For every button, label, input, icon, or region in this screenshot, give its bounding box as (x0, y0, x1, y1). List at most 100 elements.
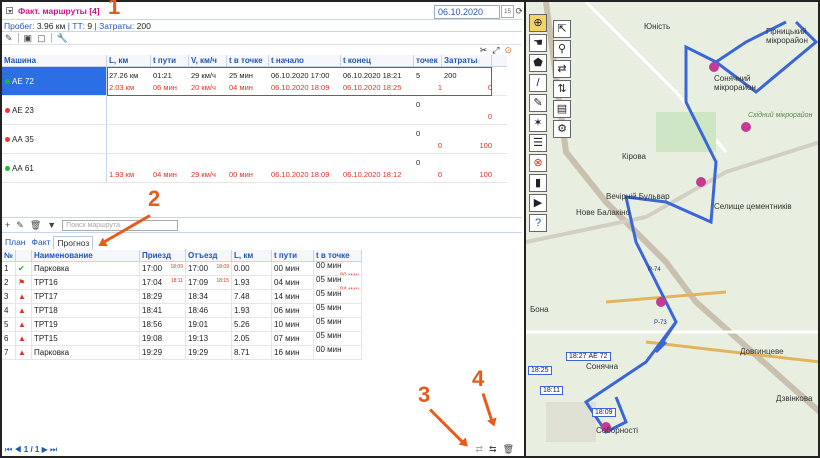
sort-icon[interactable]: ⇅ (553, 80, 571, 98)
cell: 1.93 (232, 276, 272, 289)
cell-value: 05 мин (316, 318, 342, 326)
col-costs[interactable]: Затраты (442, 55, 492, 66)
map-point-icon (709, 62, 719, 72)
pencil-icon[interactable]: ✎ (529, 94, 547, 112)
cell (107, 111, 151, 123)
tab-plan[interactable]: План (2, 236, 29, 249)
magic-icon[interactable]: ✶ (529, 114, 547, 132)
tab-fact[interactable]: Факт (29, 236, 54, 249)
table-row[interactable]: АЕ 23 0 0 (2, 96, 507, 125)
time-marker[interactable]: 18:09 (592, 408, 616, 417)
machine-cell[interactable]: АЕ 23 (2, 96, 107, 124)
layers-icon[interactable]: ☰ (529, 134, 547, 152)
date-input[interactable]: 06.10.2020 (434, 5, 500, 19)
col-t-path[interactable]: t пути (272, 250, 314, 261)
col-departure[interactable]: Отъезд (186, 250, 232, 261)
col-length[interactable]: L, км (107, 55, 151, 66)
settings-icon[interactable]: ⚙ (553, 120, 571, 138)
report-icon[interactable]: ▤ (553, 100, 571, 118)
reverse-icon[interactable]: ⇆ (489, 444, 497, 455)
filter-icon[interactable]: ▼ (47, 220, 56, 230)
col-machine[interactable]: Машина (2, 55, 107, 66)
calendar-icon[interactable]: 15 (501, 5, 514, 18)
divider (17, 33, 19, 43)
col-name[interactable]: Наименование (32, 250, 140, 261)
col-t-point[interactable]: t в точке (314, 250, 362, 261)
list-item[interactable]: 4 ▲ ТРТ18 18:41 18:46 1.93 06 мин 05 мин (2, 304, 362, 318)
cell: 7 (2, 346, 16, 359)
wrench-icon[interactable]: 🔧 (57, 33, 68, 44)
map-label: Східний мікрорайон (748, 112, 813, 119)
status-dot (5, 108, 10, 113)
cell: 0.00 (232, 262, 272, 275)
search-input[interactable]: Поиск маршрута (62, 219, 179, 231)
cell: 7.48 (232, 290, 272, 303)
cell (269, 111, 341, 123)
target-icon[interactable]: ⊕ (529, 14, 547, 32)
traffic-icon[interactable]: ▮ (529, 174, 547, 192)
cell: 18:56 (140, 318, 186, 331)
cell: 0 (437, 141, 442, 150)
cell-value: 05 мин (316, 276, 342, 284)
list-item[interactable]: 1 ✔ Парковка 17:00 18:09 17:00 18:09 0.00 00 мин… (2, 262, 362, 276)
add-icon[interactable]: + (5, 220, 10, 230)
cell: 0 (437, 170, 442, 179)
cell-value: 00 мин (316, 262, 342, 270)
trash-icon[interactable]: 🗑 (30, 220, 41, 231)
machine-cell[interactable]: АА 61 (2, 154, 107, 182)
machine-cell[interactable]: АА 35 (2, 125, 107, 153)
export-icon[interactable]: ⇱ (553, 20, 571, 38)
col-number[interactable]: № (2, 250, 16, 261)
map-point-icon (741, 122, 751, 132)
col-speed[interactable]: V, км/ч (189, 55, 227, 66)
edit-icon[interactable]: ✎ (5, 33, 13, 44)
hand-icon[interactable]: ☚ (529, 34, 547, 52)
table-row[interactable]: АА 61 0 1.93 км 04 мин 29 км/ч 00 мин 06.10.20… (2, 154, 507, 183)
cell-value: ТРТ18 (34, 306, 58, 315)
list-item[interactable]: 2 ⚑ ТРТ16 17:04 18:11 17:09 18:15 1.93 04 мин 05 … (2, 276, 362, 290)
cell: 05 мин (314, 332, 362, 345)
vehicle-marker[interactable]: 18:27 АЕ 72 (566, 352, 611, 361)
col-point-time[interactable]: t в точке (227, 55, 269, 66)
time-marker[interactable]: 18:11 (540, 386, 563, 395)
cell-value: 3 (4, 292, 9, 301)
refresh-icon[interactable]: ⟳ (515, 6, 522, 17)
col-travel-time[interactable]: t пути (151, 55, 189, 66)
cell: ТРТ17 (32, 290, 140, 303)
arrows-icon[interactable]: ⇄ (553, 60, 571, 78)
polygon-icon[interactable]: ⬟ (529, 54, 547, 72)
pencil-icon[interactable]: ✎ (16, 220, 24, 231)
document-icon[interactable]: ▢ (37, 33, 46, 44)
print-icon[interactable]: ▣ (24, 33, 33, 44)
ruler-icon[interactable]: / (529, 74, 547, 92)
table-row[interactable]: АЕ 72 27.26 км 01:21 29 км/ч 25 мин 06.10.202… (2, 67, 507, 96)
list-item[interactable]: 3 ▲ ТРТ17 18:29 18:34 7.48 14 мин 05 мин (2, 290, 362, 304)
table-row[interactable]: АА 35 0 0 100 (2, 125, 507, 154)
col-end[interactable]: t конец (341, 55, 414, 66)
cell: 06.10.2020 18:09 (271, 170, 330, 179)
machine-cell[interactable]: АЕ 72 (2, 67, 107, 95)
time-marker[interactable]: 18:25 (528, 366, 552, 375)
list-item[interactable]: 7 ▲ Парковка 19:29 19:29 8.71 16 мин 00 мин (2, 346, 362, 360)
list-item[interactable]: 5 ▲ ТРТ19 18:56 19:01 5.26 10 мин 05 мин (2, 318, 362, 332)
machine-name: АЕ 23 (12, 106, 34, 115)
help-icon[interactable]: ? (529, 214, 547, 232)
map-label: Сонячний мікрорайон (714, 74, 756, 92)
cell: 05 мин04 мин (314, 276, 362, 289)
collapse-icon[interactable] (6, 7, 13, 14)
stop-icon[interactable]: ⊗ (529, 154, 547, 172)
map-label: Довгинцеве (740, 347, 784, 356)
film-icon[interactable]: ▶ (529, 194, 547, 212)
col-arrival[interactable]: Приезд (140, 250, 186, 261)
pin-icon[interactable]: ⚲ (553, 40, 571, 58)
tab-forecast[interactable]: Прогноз (53, 236, 94, 249)
col-l[interactable]: L, км (232, 250, 272, 261)
divider (50, 33, 52, 43)
col-points[interactable]: точек (414, 55, 442, 66)
cell: 1.93 (232, 304, 272, 317)
list-item[interactable]: 6 ▲ ТРТ15 19:08 19:13 2.05 07 мин 05 мин (2, 332, 362, 346)
swap-icon[interactable]: ⇄ (475, 444, 483, 455)
cell (442, 99, 492, 111)
trash-icon[interactable]: 🗑 (503, 444, 514, 455)
col-start[interactable]: t начало (269, 55, 341, 66)
